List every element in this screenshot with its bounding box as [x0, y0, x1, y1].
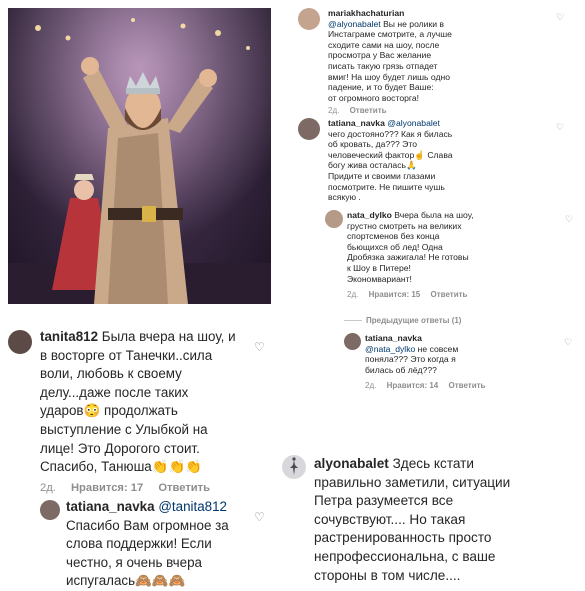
comment-username[interactable]: tatiana_navka	[328, 118, 385, 128]
comment-text: не совсем	[415, 343, 459, 354]
reply-button[interactable]: Ответить	[158, 482, 210, 494]
comment-text: слова поддержки! Если	[66, 536, 212, 552]
comment-text: к Шоу в Питере!	[347, 262, 411, 273]
heart-icon[interactable]: ♡	[556, 122, 564, 133]
comment-mention[interactable]: @alyonabalet	[328, 19, 381, 29]
stage-scene-illustration	[8, 8, 271, 304]
comment-text: непрофессиональна, с ваше	[314, 548, 496, 564]
comment-mention[interactable]: @nata_dylko	[365, 344, 415, 354]
comment-username[interactable]: tatiana_navka	[66, 499, 155, 514]
avatar[interactable]	[344, 333, 361, 350]
avatar[interactable]	[282, 455, 306, 479]
comment-body: tatiana_navka @tanita812 Спасибо Вам огр…	[66, 498, 266, 591]
comment-text: просмотра у Вас желание	[328, 50, 432, 61]
divider-line	[344, 320, 362, 322]
comment-text: человеческий фактор	[328, 149, 415, 160]
comment-username[interactable]: nata_dylko	[347, 210, 392, 220]
comment-text: бьющихся об лед! Одна	[347, 241, 443, 252]
comment-time: 2д.	[328, 106, 340, 116]
avatar[interactable]	[8, 330, 32, 354]
comment-text: спортсменов без конца	[347, 231, 440, 242]
comment-text: сходите сами на шоу, после	[328, 39, 440, 50]
comment-text: писать такую грязь отпадет	[328, 60, 438, 71]
prayer-emoji-icon: 🙏	[405, 160, 417, 171]
comment-text: ударов	[40, 403, 84, 419]
comment-text: об кровать, да??? Это	[328, 139, 417, 150]
comment-text: Здесь кстати	[388, 456, 474, 471]
comment-text: стороны в том числе....	[314, 567, 461, 583]
flushed-emoji-icon: 😳	[83, 403, 101, 419]
previous-replies-label[interactable]: Предыдущие ответы (1)	[366, 316, 461, 325]
comment-text: выступление с Улыбкой на	[40, 421, 208, 437]
comment-text: испугалась	[66, 573, 136, 589]
comment-username[interactable]: tanita812	[40, 329, 98, 344]
comment-text: Была вчера на шоу, и	[98, 329, 236, 344]
comment-text: Вы не ролики в	[380, 18, 444, 29]
comment-body: alyonabalet Здесь кстати правильно замет…	[314, 455, 579, 585]
comment-text: растренированность просто	[314, 530, 492, 546]
comment-text: продолжать	[100, 403, 178, 419]
avatar[interactable]	[298, 8, 320, 30]
comment-body: tatiana_navka @alyonabalet чего достояно…	[328, 118, 553, 203]
comment-username[interactable]: mariakhachaturian	[328, 8, 404, 18]
comment-text: Вчера была на шоу,	[391, 210, 474, 220]
view-previous-replies[interactable]: Предыдущие ответы (1)	[344, 316, 461, 325]
comment-text: чего достояно??? Как я билась	[328, 128, 453, 139]
heart-icon[interactable]: ♡	[254, 508, 265, 527]
comment-text: Дробязка зажигала! Не готовы	[347, 252, 469, 263]
heart-icon[interactable]: ♡	[564, 337, 572, 348]
reply-button[interactable]: Ответить	[448, 381, 485, 390]
comment-text: в восторге от Танечки..сила	[40, 347, 213, 363]
comment-text: честно, я очень вчера	[66, 554, 203, 570]
comment-text: воли, любовь к своему	[40, 366, 182, 382]
comment-username[interactable]: alyonabalet	[314, 456, 389, 471]
comment-text: Петра разумеется все	[314, 493, 454, 509]
comment-text: грустно смотреть на великих	[347, 220, 462, 231]
comment-time: 2д.	[40, 481, 56, 494]
comment-mention[interactable]: @alyonabalet	[387, 118, 440, 128]
avatar[interactable]	[40, 500, 60, 520]
avatar[interactable]	[298, 118, 320, 140]
comment-text: правильно заметили, ситуации	[314, 474, 511, 490]
likes-count[interactable]: Нравится: 17	[71, 482, 143, 494]
comment-time: 2д.	[365, 381, 377, 391]
comment-text: билась об лёд???	[365, 364, 437, 375]
comment-text: делу...даже после таких	[40, 384, 189, 400]
comment-text: лице! Это Дорогого стоит.	[40, 440, 200, 456]
comment-text: Спасибо, Танюша	[40, 459, 152, 475]
comment-body: tatiana_navka @nata_dylko не совсем поня…	[365, 333, 560, 392]
comment-text: посмотрите. Не пишите чушь	[328, 181, 445, 192]
heart-icon[interactable]: ♡	[254, 338, 265, 357]
comment-body: tanita812 Была вчера на шоу, и в восторг…	[40, 328, 265, 497]
comment-body: nata_dylko Вчера была на шоу, грустно см…	[347, 210, 557, 301]
avatar[interactable]	[325, 210, 343, 228]
comment-text: Экономвариант!	[347, 273, 412, 284]
heart-icon[interactable]: ♡	[565, 214, 573, 225]
comment-text: вмиг! На шоу будет лишь одно	[328, 71, 451, 82]
comment-text: Инстаграме смотрите, а лучше	[328, 29, 452, 40]
reply-button[interactable]: Ответить	[430, 290, 467, 299]
comment-text: сочувствуют.... Но такая	[314, 511, 466, 527]
likes-count[interactable]: Нравится: 14	[387, 381, 439, 390]
comment-text: всякую .	[328, 192, 361, 203]
comment-text: Слава	[424, 149, 453, 160]
comment-time: 2д.	[347, 290, 359, 300]
comment-body: mariakhachaturian @alyonabalet Вы не рол…	[328, 8, 553, 117]
heart-icon[interactable]: ♡	[556, 12, 564, 23]
comment-mention[interactable]: @tanita812	[158, 499, 227, 514]
dancer-silhouette-icon	[290, 457, 298, 475]
likes-count[interactable]: Нравится: 15	[369, 290, 421, 299]
hand-emoji-icon: ☝	[414, 149, 425, 160]
comment-username[interactable]: tatiana_navka	[365, 333, 422, 343]
comment-text: поняла??? Это когда я	[365, 354, 456, 365]
comment-text: Спасибо Вам огромное за	[66, 517, 229, 533]
comment-text: от огромного восторга!	[328, 92, 419, 103]
reply-button[interactable]: Ответить	[350, 106, 387, 115]
comment-text: Придите и своими глазами	[328, 170, 436, 181]
see-no-evil-monkey-emoji-icon: 🙈🙈🙈	[135, 573, 186, 589]
clap-emoji-icon: 👏👏👏	[151, 459, 202, 475]
post-photo	[8, 8, 271, 304]
comment-text: падение, и то будет Ваше:	[328, 82, 434, 93]
comment-text: богу жива осталась	[328, 160, 406, 171]
